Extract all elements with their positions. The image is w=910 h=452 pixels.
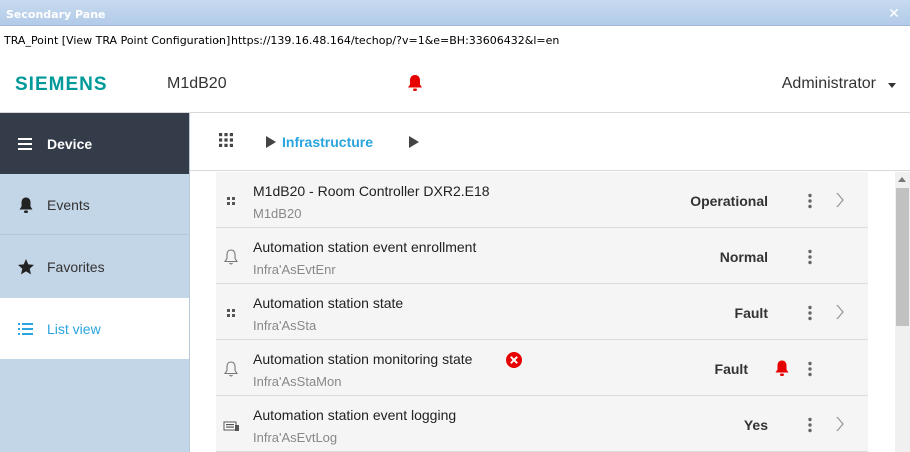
list-item-subtitle: Infra'AsEvtLog — [253, 430, 338, 445]
close-icon[interactable]: ✕ — [886, 5, 902, 21]
list-scrollbar[interactable] — [895, 172, 910, 452]
more-options-icon[interactable] — [806, 304, 814, 322]
status-value: Normal — [719, 249, 768, 265]
list-item-title: Automation station event enrollment — [253, 239, 477, 255]
grid-dots-icon — [222, 304, 240, 322]
scroll-up-icon[interactable] — [898, 177, 906, 182]
scrollbar-thumb[interactable] — [896, 188, 909, 326]
sidebar: Device Events Favorites List view — [0, 113, 190, 452]
bell-icon[interactable] — [405, 73, 425, 93]
bell-icon — [17, 196, 35, 214]
list-item-subtitle: Infra'AsSta — [253, 318, 317, 333]
list-item[interactable]: Automation station event logging Infra'A… — [216, 396, 868, 452]
status-value: Operational — [690, 193, 768, 209]
page-caption: TRA_Point [View TRA Point Configuration] — [4, 34, 231, 47]
list-item-subtitle: Infra'AsEvtEnr — [253, 262, 336, 277]
page-url[interactable]: https://139.16.48.164/techop/?v=1&e=BH:3… — [231, 34, 559, 47]
star-icon — [17, 258, 35, 276]
more-options-icon[interactable] — [806, 192, 814, 210]
app-header: SIEMENS M1dB20 Administrator — [0, 54, 910, 113]
log-icon — [222, 416, 240, 434]
play-arrow-icon[interactable] — [409, 136, 419, 148]
alarm-bell-icon[interactable] — [773, 359, 791, 377]
list-item-subtitle: Infra'AsStaMon — [253, 374, 342, 389]
sidebar-item-favorites[interactable]: Favorites — [0, 236, 189, 297]
more-options-icon[interactable] — [806, 248, 814, 266]
siemens-logo: SIEMENS — [15, 74, 108, 95]
list-item[interactable]: Automation station event enrollment Infr… — [216, 228, 868, 284]
status-value: Yes — [743, 417, 768, 433]
breadcrumb-infrastructure[interactable]: Infrastructure — [282, 134, 373, 150]
status-value: Fault — [734, 305, 768, 321]
device-name: M1dB20 — [167, 75, 227, 92]
window-title: Secondary Pane — [6, 8, 106, 21]
list-item-title: Automation station state — [253, 295, 404, 311]
chevron-right-icon[interactable] — [835, 303, 845, 321]
user-menu[interactable]: Administrator — [782, 75, 876, 93]
grid-dots-icon — [222, 192, 240, 210]
sidebar-item-label: Favorites — [47, 259, 105, 275]
bell-outline-icon — [222, 248, 240, 266]
sidebar-item-label: Device — [47, 136, 93, 152]
chevron-right-icon[interactable] — [835, 191, 845, 209]
sidebar-item-device[interactable]: Device — [0, 113, 189, 174]
apps-grid-icon[interactable] — [219, 133, 233, 147]
hamburger-icon — [17, 135, 35, 153]
chevron-right-icon[interactable] — [835, 415, 845, 433]
sidebar-item-events[interactable]: Events — [0, 174, 189, 235]
chevron-down-icon[interactable] — [888, 83, 896, 88]
list-item[interactable]: Automation station monitoring state Infr… — [216, 340, 868, 396]
secondary-pane-window: Secondary Pane ✕ TRA_Point [View TRA Poi… — [0, 0, 910, 452]
more-options-icon[interactable] — [806, 360, 814, 378]
sidebar-item-list-view[interactable]: List view — [0, 298, 189, 359]
url-bar: TRA_Point [View TRA Point Configuration]… — [0, 26, 910, 54]
caption-separator: - — [216, 34, 220, 47]
status-value: Fault — [714, 361, 748, 377]
list-item[interactable]: M1dB20 - Room Controller DXR2.E18 M1dB20… — [216, 172, 868, 228]
list-item[interactable]: Automation station state Infra'AsSta Fau… — [216, 284, 868, 340]
sidebar-item-label: Events — [47, 197, 90, 213]
breadcrumb: Infrastructure — [190, 113, 910, 171]
point-list: M1dB20 - Room Controller DXR2.E18 M1dB20… — [216, 172, 868, 452]
sidebar-item-label: List view — [47, 321, 101, 337]
window-titlebar[interactable]: Secondary Pane ✕ — [0, 0, 910, 26]
list-icon — [17, 320, 35, 338]
bell-outline-icon — [222, 360, 240, 378]
list-item-title: Automation station monitoring state — [253, 351, 473, 367]
list-item-title: M1dB20 - Room Controller DXR2.E18 — [253, 183, 490, 199]
error-icon — [505, 351, 523, 369]
list-item-title: Automation station event logging — [253, 407, 457, 423]
more-options-icon[interactable] — [806, 416, 814, 434]
play-arrow-icon — [266, 136, 276, 148]
list-item-subtitle: M1dB20 — [253, 206, 302, 221]
